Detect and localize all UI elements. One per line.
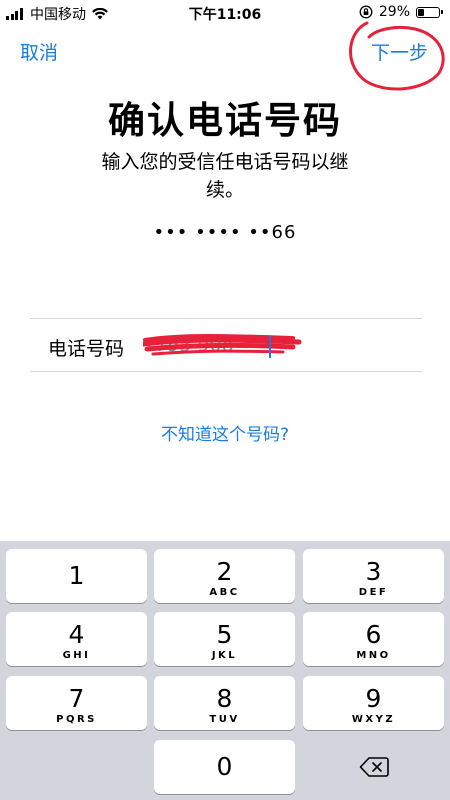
key-1[interactable]: 1: [6, 549, 147, 603]
key-9[interactable]: 9 WXYZ: [303, 676, 444, 730]
battery-percent: 29%: [378, 4, 410, 20]
key-digit: 3: [365, 557, 382, 586]
status-right: 29%: [359, 4, 443, 20]
key-digit: 0: [216, 752, 233, 781]
phone-number-input[interactable]: 1795 908: [143, 330, 302, 360]
key-2[interactable]: 2 ABC: [154, 549, 295, 603]
text-caret: [269, 336, 271, 358]
key-letters: DEF: [358, 587, 389, 598]
unknown-number-link[interactable]: 不知道这个号码?: [0, 420, 450, 445]
phone-number-value: 1795 908: [143, 334, 234, 356]
key-digit: 2: [216, 557, 233, 586]
key-letters: TUV: [209, 714, 240, 725]
rotation-lock-icon: [359, 5, 373, 19]
key-digit: 9: [365, 684, 382, 713]
next-button[interactable]: 下一步: [371, 38, 428, 65]
battery-icon: [416, 6, 443, 18]
key-letters: JKL: [211, 650, 238, 661]
key-digit: 7: [68, 684, 85, 713]
key-3[interactable]: 3 DEF: [303, 549, 444, 603]
page-subtitle: 输入您的受信任电话号码以继续。: [101, 151, 349, 201]
field-top-divider: [30, 318, 422, 319]
field-bottom-divider: [30, 371, 422, 372]
key-letters: MNO: [356, 650, 391, 661]
screen: 中国移动 下午11:06 29% 取消 下一步 确认电话号码 输入您的受信任电话: [0, 0, 450, 800]
phone-field-label: 电话号码: [48, 338, 125, 360]
key-letters: PQRS: [56, 714, 97, 725]
cancel-button[interactable]: 取消: [20, 38, 58, 65]
key-digit: 6: [365, 620, 382, 649]
key-8[interactable]: 8 TUV: [154, 676, 295, 730]
delete-button[interactable]: [303, 740, 444, 794]
battery-fill: [418, 8, 424, 16]
status-bar: 中国移动 下午11:06 29%: [0, 0, 450, 26]
key-digit: 1: [68, 561, 85, 590]
key-6[interactable]: 6 MNO: [303, 612, 444, 666]
key-digit: 5: [216, 620, 233, 649]
key-5[interactable]: 5 JKL: [154, 612, 295, 666]
key-letters: WXYZ: [351, 714, 396, 725]
numeric-keypad: 1 2 ABC 3 DEF 4 GHI 5 JKL 6 MNO 7 PQRS 8…: [0, 541, 450, 800]
key-letters: ABC: [209, 587, 240, 598]
key-7[interactable]: 7 PQRS: [6, 676, 147, 730]
key-0[interactable]: 0: [154, 740, 295, 794]
key-letters: GHI: [62, 650, 91, 661]
backspace-icon: [359, 757, 389, 777]
key-4[interactable]: 4 GHI: [6, 612, 147, 666]
masked-phone-number: ••• •••• ••66: [153, 222, 297, 243]
page-title: 确认电话号码: [108, 99, 342, 142]
key-digit: 8: [216, 684, 233, 713]
key-digit: 4: [68, 620, 85, 649]
